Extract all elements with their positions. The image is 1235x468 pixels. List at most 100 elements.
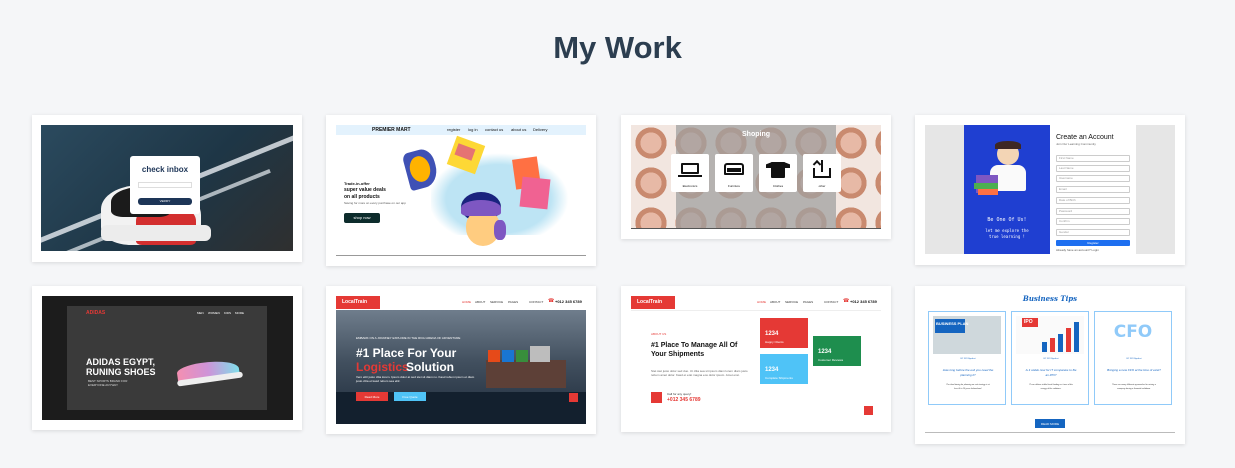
- email-field[interactable]: Email: [1056, 186, 1130, 193]
- nav-login[interactable]: log in: [468, 127, 478, 132]
- nav-about[interactable]: ABOUT: [475, 300, 485, 304]
- brand-logo: LocalTrain: [336, 296, 380, 309]
- project-card-logistics-about[interactable]: LocalTrain HOME ABOUT SERVICE PAGES CONT…: [621, 286, 891, 432]
- project-card-premier-mart[interactable]: PREMIER MART register log in contact us …: [326, 115, 596, 266]
- business-plan-image: BUSINESS PLAN: [933, 316, 1001, 354]
- verify-button[interactable]: VERIFY: [138, 198, 192, 205]
- shop-heading: Shoping: [742, 131, 770, 138]
- nav-home[interactable]: HOME: [462, 300, 471, 304]
- first-name-field[interactable]: First Name: [1056, 155, 1130, 162]
- form-heading: Create an Account: [1056, 134, 1114, 141]
- nav-about[interactable]: about us: [511, 127, 526, 132]
- about-headline-2: Your Shipments: [651, 351, 705, 358]
- project-thumbnail: PREMIER MART register log in contact us …: [336, 125, 586, 256]
- nav-pages[interactable]: PAGES: [508, 300, 518, 304]
- project-thumbnail: LocalTrain HOME ABOUT SERVICE PAGES CONT…: [631, 296, 881, 422]
- nav-pages[interactable]: PAGES: [803, 300, 813, 304]
- hero-headline-2: on all products: [344, 194, 380, 200]
- category-label: Furniture: [727, 184, 740, 188]
- tip-card[interactable]: CFO BY XXX Byrdicat Bringing a new CFO a…: [1094, 311, 1172, 405]
- about-eyebrow: ABOUT US: [651, 332, 667, 336]
- category-clothes[interactable]: Clothes: [759, 154, 797, 192]
- project-thumbnail: Business Tips BUSINESS PLAN BY XXX Byrdi…: [925, 291, 1175, 436]
- brand-logo: PREMIER MART: [372, 127, 411, 133]
- stat-happy-clients: 1234 Happy Clients: [760, 318, 808, 348]
- tip-body-1: There are many different approaches for …: [1112, 384, 1156, 386]
- about-headline-1: #1 Place To Manage All Of: [651, 342, 738, 349]
- stat-customer-reviews: 1234 Customer Reviews: [813, 336, 861, 366]
- tip-title-1: Is it viable now for IT companies to fil…: [1025, 368, 1077, 372]
- nav-service[interactable]: SERVICE: [490, 300, 503, 304]
- project-card-adidas[interactable]: ADIDAS MEN WOMEN KIDS MORE ADIDAS EGYPT,…: [32, 286, 302, 430]
- free-quote-button[interactable]: Free Quote: [394, 392, 426, 401]
- hero-body: Vero elitr justo clita lorem. Ipsum dolo…: [356, 375, 475, 383]
- code-input[interactable]: [138, 182, 192, 188]
- nav-delivery[interactable]: Delivery: [533, 127, 547, 132]
- hero-headline-1: #1 Place For Your: [356, 346, 457, 360]
- cfo-image: CFO: [1099, 316, 1167, 354]
- verify-label: VERIFY: [159, 199, 171, 203]
- signup-form: Create an Account Join Our Learning Comm…: [1050, 125, 1136, 254]
- project-card-create-account[interactable]: Be One Of Us! let me explore the true le…: [915, 115, 1185, 265]
- brand-logo: ADIDAS: [86, 310, 106, 316]
- tip-author: BY XXX Byrdicat: [1126, 358, 1142, 360]
- register-button[interactable]: Register: [1056, 240, 1130, 246]
- inbox-modal: check inbox VERIFY: [130, 156, 200, 214]
- tip-author: BY XXX Byrdicat: [960, 358, 976, 360]
- back-to-top-button[interactable]: [864, 406, 873, 415]
- read-more-button[interactable]: READ MORE: [1035, 419, 1065, 428]
- tip-body-2: least 5 to 10 years beforehand.: [954, 388, 982, 390]
- project-card-business-tips[interactable]: Business Tips BUSINESS PLAN BY XXX Byrdi…: [915, 286, 1185, 444]
- nav-contact[interactable]: CONTACT: [529, 300, 543, 304]
- motto-1: Be One Of Us!: [987, 217, 1027, 223]
- nav-contact[interactable]: contact us: [485, 127, 503, 132]
- gender-select[interactable]: Gender: [1056, 229, 1130, 236]
- project-card-check-inbox[interactable]: check inbox VERIFY: [32, 115, 302, 262]
- project-card-shopping[interactable]: Shoping Electronics Furniture Clothes ot…: [621, 115, 891, 239]
- login-hint[interactable]: Already have an account? Login: [1056, 248, 1099, 252]
- shop-now-button[interactable]: shop now: [344, 213, 380, 223]
- project-thumbnail: Shoping Electronics Furniture Clothes ot…: [631, 125, 881, 229]
- motto-2: let me explore the: [985, 228, 1029, 233]
- nav-home[interactable]: HOME: [757, 300, 766, 304]
- category-furniture[interactable]: Furniture: [715, 154, 753, 192]
- read-more-button[interactable]: Read More: [356, 392, 388, 401]
- project-card-logistics-hero[interactable]: LocalTrain HOME ABOUT SERVICE PAGES CONT…: [326, 286, 596, 434]
- nav-women[interactable]: WOMEN: [208, 311, 220, 315]
- form-sub: Join Our Learning Community: [1056, 142, 1096, 146]
- tip-title-1: How long before the exit you need the: [942, 368, 994, 372]
- nav-kids[interactable]: KIDS: [224, 311, 231, 315]
- nav-contact[interactable]: CONTACT: [824, 300, 838, 304]
- dob-field[interactable]: Date of Birth: [1056, 197, 1130, 204]
- hero-sub-2: EVERYONE ANYWAY: [88, 383, 118, 387]
- call-label: Call for any query!: [667, 392, 692, 396]
- tips-heading: Business Tips: [1022, 294, 1078, 303]
- image-text: CFO: [1113, 322, 1153, 342]
- brand-text: LocalTrain: [637, 299, 663, 305]
- hero-headline-2: RUNING SHOES: [86, 367, 156, 377]
- nav-about[interactable]: ABOUT: [770, 300, 780, 304]
- category-other[interactable]: other: [803, 154, 841, 192]
- hero-illustration: [401, 135, 581, 250]
- shop-now-label: shop now: [353, 215, 371, 220]
- stat-label: Happy Clients: [765, 340, 784, 344]
- nav-register[interactable]: register: [447, 127, 460, 132]
- hero-headline-2a: Logistics: [356, 360, 409, 374]
- tip-card[interactable]: IPO BY XXX Byrdicat Is it viable now for…: [1011, 311, 1089, 405]
- motto-3: true learning !: [988, 234, 1026, 239]
- last-name-field[interactable]: Last Name: [1056, 165, 1130, 172]
- category-electronics[interactable]: Electronics: [671, 154, 709, 192]
- category-label: other: [818, 184, 826, 188]
- stat-number: 1234: [818, 349, 832, 355]
- nav-more[interactable]: MORE: [235, 311, 244, 315]
- confirm-field[interactable]: Confirm: [1056, 218, 1130, 225]
- back-to-top-button[interactable]: [569, 393, 578, 402]
- hero-headline-1: ADIDAS EGYPT,: [86, 357, 156, 367]
- username-field[interactable]: Username: [1056, 175, 1130, 182]
- nav-phone: +012 345 6789: [555, 299, 582, 304]
- tip-card[interactable]: BUSINESS PLAN BY XXX Byrdicat How long b…: [928, 311, 1006, 405]
- nav-men[interactable]: MEN: [197, 311, 204, 315]
- hero-headline-1: super value deals: [344, 187, 386, 193]
- password-field[interactable]: Password: [1056, 208, 1130, 215]
- nav-service[interactable]: SERVICE: [785, 300, 798, 304]
